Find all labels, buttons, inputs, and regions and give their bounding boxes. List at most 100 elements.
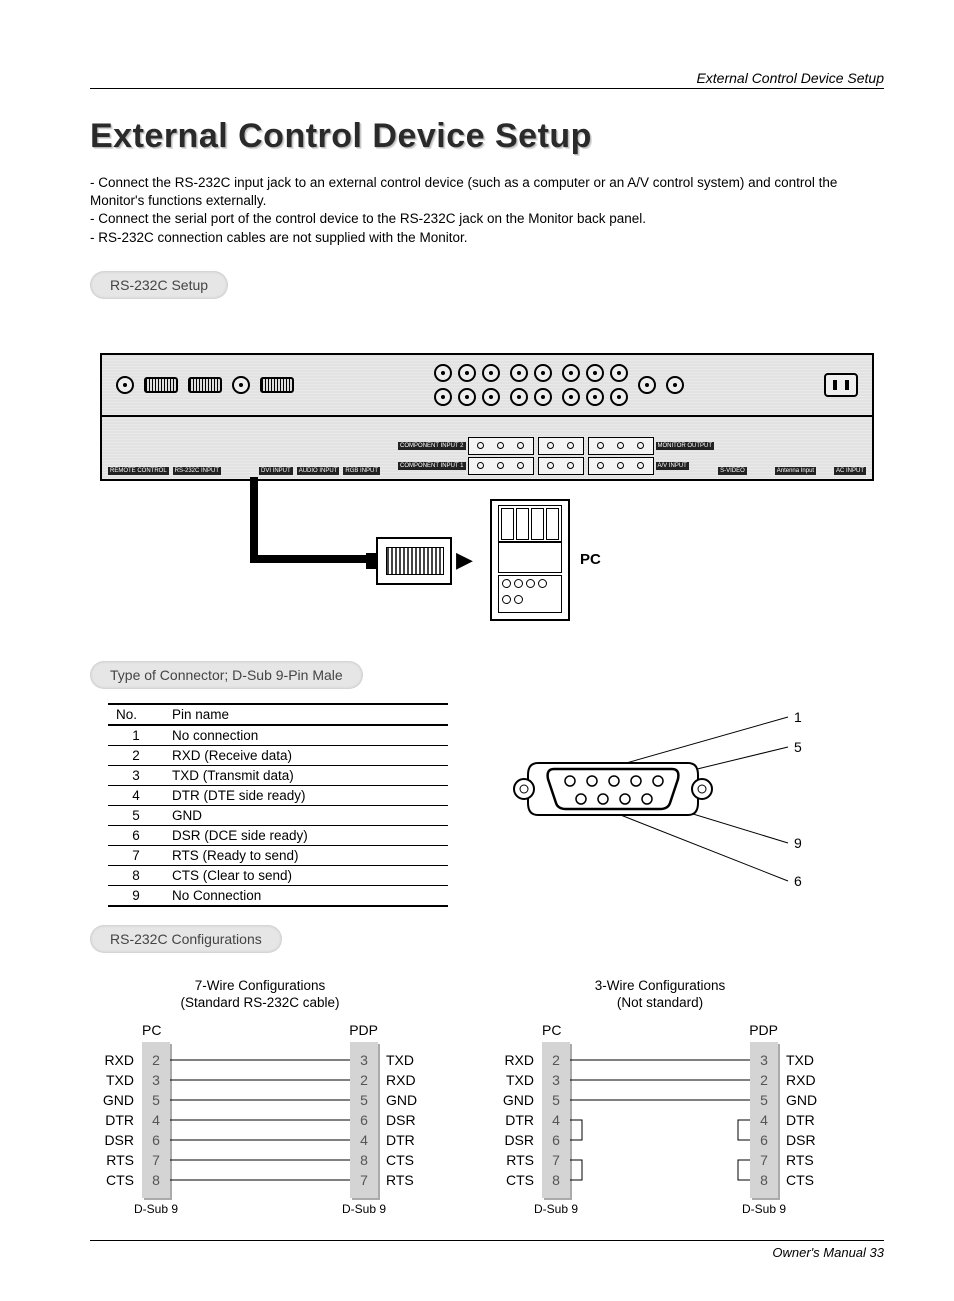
dsub-icon xyxy=(188,377,222,393)
pin-no: 9 xyxy=(108,885,164,906)
cfg-head: PC xyxy=(542,1022,561,1038)
dsub-icon xyxy=(144,377,178,393)
port-label: Antenna Input xyxy=(775,467,816,475)
pin-name: DTR (DTE side ready) xyxy=(164,785,448,805)
dsub9-connector-icon xyxy=(488,703,828,903)
pc-tower-icon xyxy=(490,499,570,621)
table-row: 1No connection xyxy=(108,725,448,746)
port-label: COMPONENT INPUT 2 xyxy=(398,442,465,450)
cfg-title-line: (Not standard) xyxy=(617,995,703,1010)
pin-name: GND xyxy=(164,805,448,825)
pin-name: No Connection xyxy=(164,885,448,906)
jack-icon xyxy=(638,376,656,394)
serial-plug-icon xyxy=(376,537,452,585)
signal-names: RXDTXDGNDDTRDSRRTSCTS xyxy=(490,1050,534,1190)
cable-to-pc-diagram: ▶ PC xyxy=(160,481,874,641)
cfg-head: PDP xyxy=(749,1022,778,1038)
section-heading-connector: Type of Connector; D-Sub 9-Pin Male xyxy=(90,661,363,689)
pin-num-column: 3254678 xyxy=(750,1042,778,1198)
connector-sublabel: D-Sub 9 xyxy=(126,1202,186,1216)
port-label: REMOTE CONTROL xyxy=(108,467,169,475)
page-title: External Control Device Setup xyxy=(90,117,884,156)
jack-icon xyxy=(232,376,250,394)
running-header: External Control Device Setup xyxy=(90,70,884,89)
dsub9-connector-figure: 1 5 9 6 xyxy=(488,703,884,903)
table-row: 6DSR (DCE side ready) xyxy=(108,825,448,845)
pin-name: CTS (Clear to send) xyxy=(164,865,448,885)
connector-sublabel: D-Sub 9 xyxy=(734,1202,794,1216)
rear-panel-top xyxy=(100,353,874,417)
port-label: RGB INPUT xyxy=(343,467,380,475)
pin-callout: 5 xyxy=(794,739,802,755)
arrow-right-icon: ▶ xyxy=(456,547,473,573)
cfg-title-line: 7-Wire Configurations xyxy=(195,978,326,993)
section-heading-config: RS-232C Configurations xyxy=(90,925,282,953)
pin-name: DSR (DCE side ready) xyxy=(164,825,448,845)
note-item: RS-232C connection cables are not suppli… xyxy=(90,229,884,247)
ac-plug-icon xyxy=(824,373,858,397)
pin-callout: 1 xyxy=(794,709,802,725)
jack-cluster xyxy=(562,364,628,406)
signal-names: TXDRXDGNDDTRDSRRTSCTS xyxy=(786,1050,830,1190)
cfg-title-line: 3-Wire Configurations xyxy=(595,978,726,993)
rear-panel-diagram: REMOTE CONTROL RS-232C INPUT DVI INPUT A… xyxy=(100,353,874,641)
port-label: AC INPUT xyxy=(834,467,866,475)
port-label: S-VIDEO xyxy=(718,467,747,475)
table-row: 8CTS (Clear to send) xyxy=(108,865,448,885)
cable-icon xyxy=(250,555,380,563)
jack-icon xyxy=(666,376,684,394)
table-row: 4DTR (DTE side ready) xyxy=(108,785,448,805)
connector-sublabel: D-Sub 9 xyxy=(334,1202,394,1216)
pin-no: 4 xyxy=(108,785,164,805)
pin-no: 3 xyxy=(108,765,164,785)
intro-notes: Connect the RS-232C input jack to an ext… xyxy=(90,174,884,247)
dsub-icon xyxy=(260,377,294,393)
port-label: MONITOR OUTPUT xyxy=(656,442,715,450)
config-3wire: 3-Wire Configurations (Not standard) PC … xyxy=(490,977,830,1210)
pin-no: 5 xyxy=(108,805,164,825)
rear-panel-labels: REMOTE CONTROL RS-232C INPUT DVI INPUT A… xyxy=(100,417,874,481)
signal-names: RXDTXDGNDDTRDSRRTSCTS xyxy=(90,1050,134,1190)
jack-cluster xyxy=(510,364,552,406)
jack-cluster xyxy=(434,364,500,406)
wiring-lines xyxy=(570,1050,750,1194)
page-footer: Owner's Manual 33 xyxy=(90,1240,884,1260)
cfg-head: PDP xyxy=(349,1022,378,1038)
port-label: RS-232C INPUT xyxy=(173,467,221,475)
pin-no: 1 xyxy=(108,725,164,746)
pin-table: No. Pin name 1No connection2RXD (Receive… xyxy=(108,703,448,907)
pin-name: No connection xyxy=(164,725,448,746)
pin-no: 8 xyxy=(108,865,164,885)
signal-names: TXDRXDGNDDSRDTRCTSRTS xyxy=(386,1050,430,1190)
jack-icon xyxy=(116,376,134,394)
pin-name: RXD (Receive data) xyxy=(164,745,448,765)
pin-num-column: 2354678 xyxy=(542,1042,570,1198)
cfg-title-line: (Standard RS-232C cable) xyxy=(180,995,339,1010)
pin-name: TXD (Transmit data) xyxy=(164,765,448,785)
table-row: 7RTS (Ready to send) xyxy=(108,845,448,865)
note-item: Connect the serial port of the control d… xyxy=(90,210,884,228)
pin-no: 2 xyxy=(108,745,164,765)
table-row: 2RXD (Receive data) xyxy=(108,745,448,765)
table-row: 3TXD (Transmit data) xyxy=(108,765,448,785)
pin-no: 7 xyxy=(108,845,164,865)
config-7wire: 7-Wire Configurations (Standard RS-232C … xyxy=(90,977,430,1210)
table-row: 5GND xyxy=(108,805,448,825)
pin-num-column: 3256487 xyxy=(350,1042,378,1198)
col-header-name: Pin name xyxy=(164,704,448,725)
wiring-lines xyxy=(170,1050,350,1194)
col-header-no: No. xyxy=(108,704,164,725)
table-row: 9No Connection xyxy=(108,885,448,906)
note-item: Connect the RS-232C input jack to an ext… xyxy=(90,174,884,210)
pc-label: PC xyxy=(580,551,601,568)
port-label: DVI INPUT xyxy=(259,467,293,475)
pin-callout: 6 xyxy=(794,873,802,889)
cfg-head: PC xyxy=(142,1022,161,1038)
port-label: COMPONENT INPUT 1 xyxy=(398,462,465,470)
connector-sublabel: D-Sub 9 xyxy=(526,1202,586,1216)
pin-callout: 9 xyxy=(794,835,802,851)
port-label: AUDIO INPUT xyxy=(297,467,340,475)
pin-no: 6 xyxy=(108,825,164,845)
pin-name: RTS (Ready to send) xyxy=(164,845,448,865)
section-heading-setup: RS-232C Setup xyxy=(90,271,228,299)
